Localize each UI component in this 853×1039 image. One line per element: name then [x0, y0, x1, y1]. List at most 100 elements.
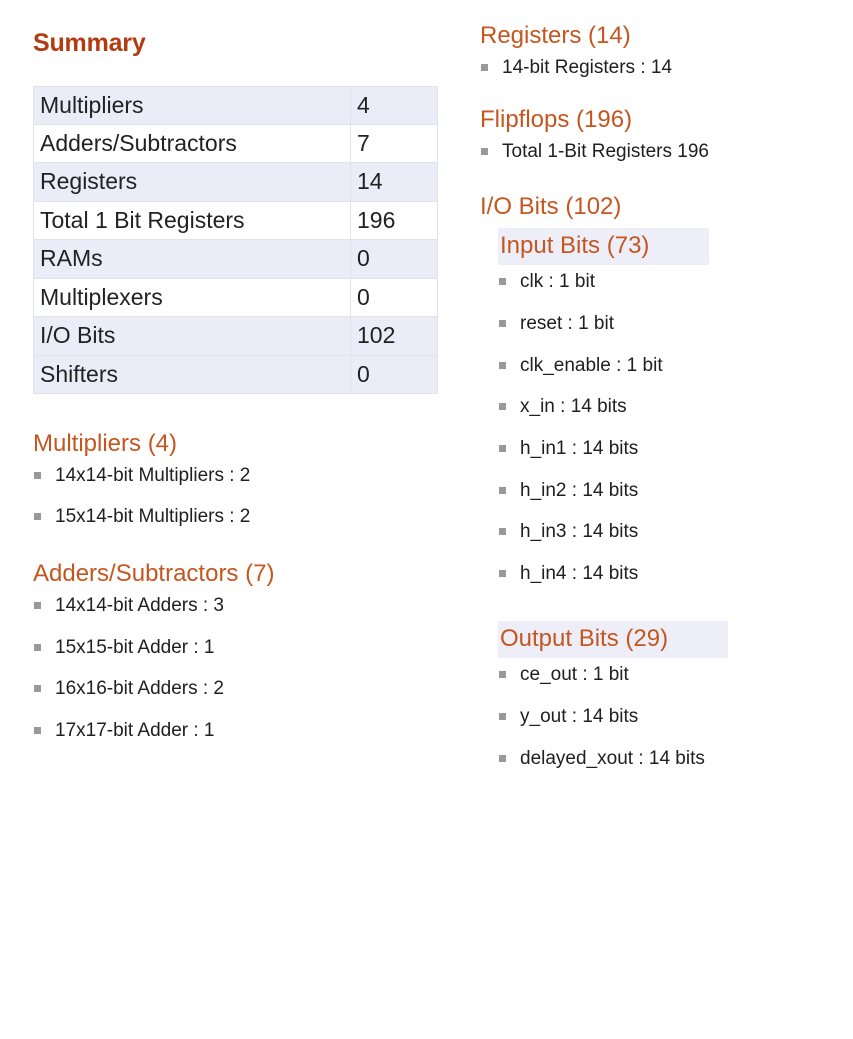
row-label: I/O Bits: [33, 316, 351, 356]
square-bullet-icon: [481, 63, 488, 71]
row-label: Registers: [33, 162, 351, 202]
list-item: h_in4 : 14 bits: [498, 561, 853, 587]
square-bullet-icon: [499, 445, 506, 453]
section-title-multipliers: Multipliers (4): [33, 430, 178, 457]
list-item-label: h_in4 : 14 bits: [520, 562, 639, 584]
list-item-label: 15x15-bit Adder : 1: [55, 636, 215, 658]
table-row: I/O Bits 102: [33, 316, 438, 356]
list-item: x_in : 14 bits: [498, 394, 853, 420]
square-bullet-icon: [499, 278, 506, 286]
synthesis-report-page: Summary Multipliers 4 Adders/Subtractors…: [0, 0, 853, 1039]
list-item: clk_enable : 1 bit: [498, 353, 853, 379]
table-row: Multiplexers 0: [33, 277, 438, 318]
list-item-label: h_in3 : 14 bits: [520, 521, 639, 543]
right-column: Registers (14) 14-bit Registers : 14 Fli…: [470, 0, 853, 1039]
summary-table-body: Multipliers 4 Adders/Subtractors 7 Regis…: [33, 85, 438, 395]
list-item: clk : 1 bit: [498, 269, 853, 295]
list-item: 14-bit Registers : 14: [480, 55, 853, 81]
section-flipflops: Flipflops (196) Total 1-Bit Registers 19…: [480, 106, 853, 164]
list-item: reset : 1 bit: [498, 311, 853, 337]
list-item: 14x14-bit Multipliers : 2: [33, 463, 470, 489]
subsection-input-bits: Input Bits (73) clk : 1 bit reset : 1 bi…: [498, 227, 853, 587]
list-item-label: Total 1-Bit Registers 196: [502, 141, 709, 163]
square-bullet-icon: [499, 320, 506, 328]
list-item: h_in2 : 14 bits: [498, 478, 853, 504]
row-value: 0: [350, 239, 438, 279]
section-title-io-bits: I/O Bits (102): [480, 192, 622, 220]
list-item: 14x14-bit Adders : 3: [33, 593, 470, 619]
square-bullet-icon: [499, 754, 506, 762]
list-item-label: clk : 1 bit: [520, 271, 595, 293]
square-bullet-icon: [499, 403, 506, 411]
list-item-label: x_in : 14 bits: [520, 396, 627, 418]
square-bullet-icon: [34, 601, 41, 609]
section-adders-subtractors: Adders/Subtractors (7) 14x14-bit Adders …: [33, 560, 470, 743]
section-title-output-bits: Output Bits (29): [498, 620, 729, 659]
row-value: 196: [350, 200, 438, 241]
row-value: 0: [350, 354, 438, 395]
square-bullet-icon: [499, 528, 506, 536]
registers-list: 14-bit Registers : 14: [480, 55, 853, 81]
table-row: Shifters 0: [33, 354, 438, 395]
square-bullet-icon: [499, 671, 506, 679]
section-title-input-bits: Input Bits (73): [498, 227, 710, 266]
row-value: 0: [350, 277, 438, 318]
table-row: Adders/Subtractors 7: [33, 123, 438, 164]
square-bullet-icon: [499, 486, 506, 494]
table-row: Multipliers 4: [33, 85, 438, 125]
row-value: 4: [350, 85, 438, 125]
square-bullet-icon: [34, 643, 41, 651]
square-bullet-icon: [34, 471, 41, 479]
list-item-label: h_in2 : 14 bits: [520, 479, 639, 501]
square-bullet-icon: [34, 513, 41, 521]
section-title-flipflops: Flipflops (196): [480, 106, 633, 134]
flipflops-list: Total 1-Bit Registers 196: [480, 139, 853, 165]
square-bullet-icon: [34, 726, 41, 734]
list-item: 15x15-bit Adder : 1: [33, 635, 470, 661]
row-value: 102: [350, 316, 438, 356]
section-io-bits: I/O Bits (102) Input Bits (73) clk : 1 b…: [480, 193, 853, 771]
row-value: 7: [350, 123, 438, 164]
table-row: Total 1 Bit Registers 196: [33, 200, 438, 241]
section-multipliers: Multipliers (4) 14x14-bit Multipliers : …: [33, 430, 470, 530]
page-title: Summary: [33, 29, 146, 57]
adders-list: 14x14-bit Adders : 3 15x15-bit Adder : 1…: [33, 593, 470, 744]
table-row: Registers 14: [33, 162, 438, 202]
row-label: Total 1 Bit Registers: [33, 200, 351, 241]
row-value: 14: [350, 162, 438, 202]
table-row: RAMs 0: [33, 239, 438, 279]
subsection-output-bits: Output Bits (29) ce_out : 1 bit y_out : …: [498, 620, 853, 772]
list-item: delayed_xout : 14 bits: [498, 746, 853, 772]
input-bits-list: clk : 1 bit reset : 1 bit clk_enable : 1…: [498, 269, 853, 586]
left-column: Summary Multipliers 4 Adders/Subtractors…: [0, 0, 470, 1039]
list-item-label: delayed_xout : 14 bits: [520, 747, 705, 769]
list-item: h_in1 : 14 bits: [498, 436, 853, 462]
row-label: Multiplexers: [33, 277, 351, 318]
list-item-label: 14x14-bit Adders : 3: [55, 594, 224, 616]
list-item: 17x17-bit Adder : 1: [33, 718, 470, 744]
section-title-adders-subtractors: Adders/Subtractors (7): [33, 560, 275, 588]
list-item: Total 1-Bit Registers 196: [480, 139, 853, 165]
square-bullet-icon: [481, 148, 488, 156]
section-title-registers: Registers (14): [480, 22, 631, 49]
list-item: h_in3 : 14 bits: [498, 519, 853, 545]
list-item: y_out : 14 bits: [498, 704, 853, 730]
list-item-label: 16x16-bit Adders : 2: [55, 678, 224, 700]
list-item-label: clk_enable : 1 bit: [520, 354, 663, 376]
list-item-label: y_out : 14 bits: [520, 706, 639, 728]
output-bits-list: ce_out : 1 bit y_out : 14 bits delayed_x…: [498, 662, 853, 771]
summary-table: Multipliers 4 Adders/Subtractors 7 Regis…: [33, 85, 438, 395]
list-item-label: 15x14-bit Multipliers : 2: [55, 506, 251, 528]
list-item-label: 14x14-bit Multipliers : 2: [55, 464, 251, 486]
list-item-label: 17x17-bit Adder : 1: [55, 719, 215, 741]
list-item-label: reset : 1 bit: [520, 313, 614, 335]
list-item-label: h_in1 : 14 bits: [520, 438, 639, 460]
list-item-label: 14-bit Registers : 14: [502, 56, 673, 78]
row-label: Multipliers: [33, 85, 351, 125]
square-bullet-icon: [499, 361, 506, 369]
square-bullet-icon: [499, 713, 506, 721]
list-item: 15x14-bit Multipliers : 2: [33, 504, 470, 530]
multipliers-list: 14x14-bit Multipliers : 2 15x14-bit Mult…: [33, 463, 470, 530]
square-bullet-icon: [34, 685, 41, 693]
row-label: RAMs: [33, 239, 351, 279]
